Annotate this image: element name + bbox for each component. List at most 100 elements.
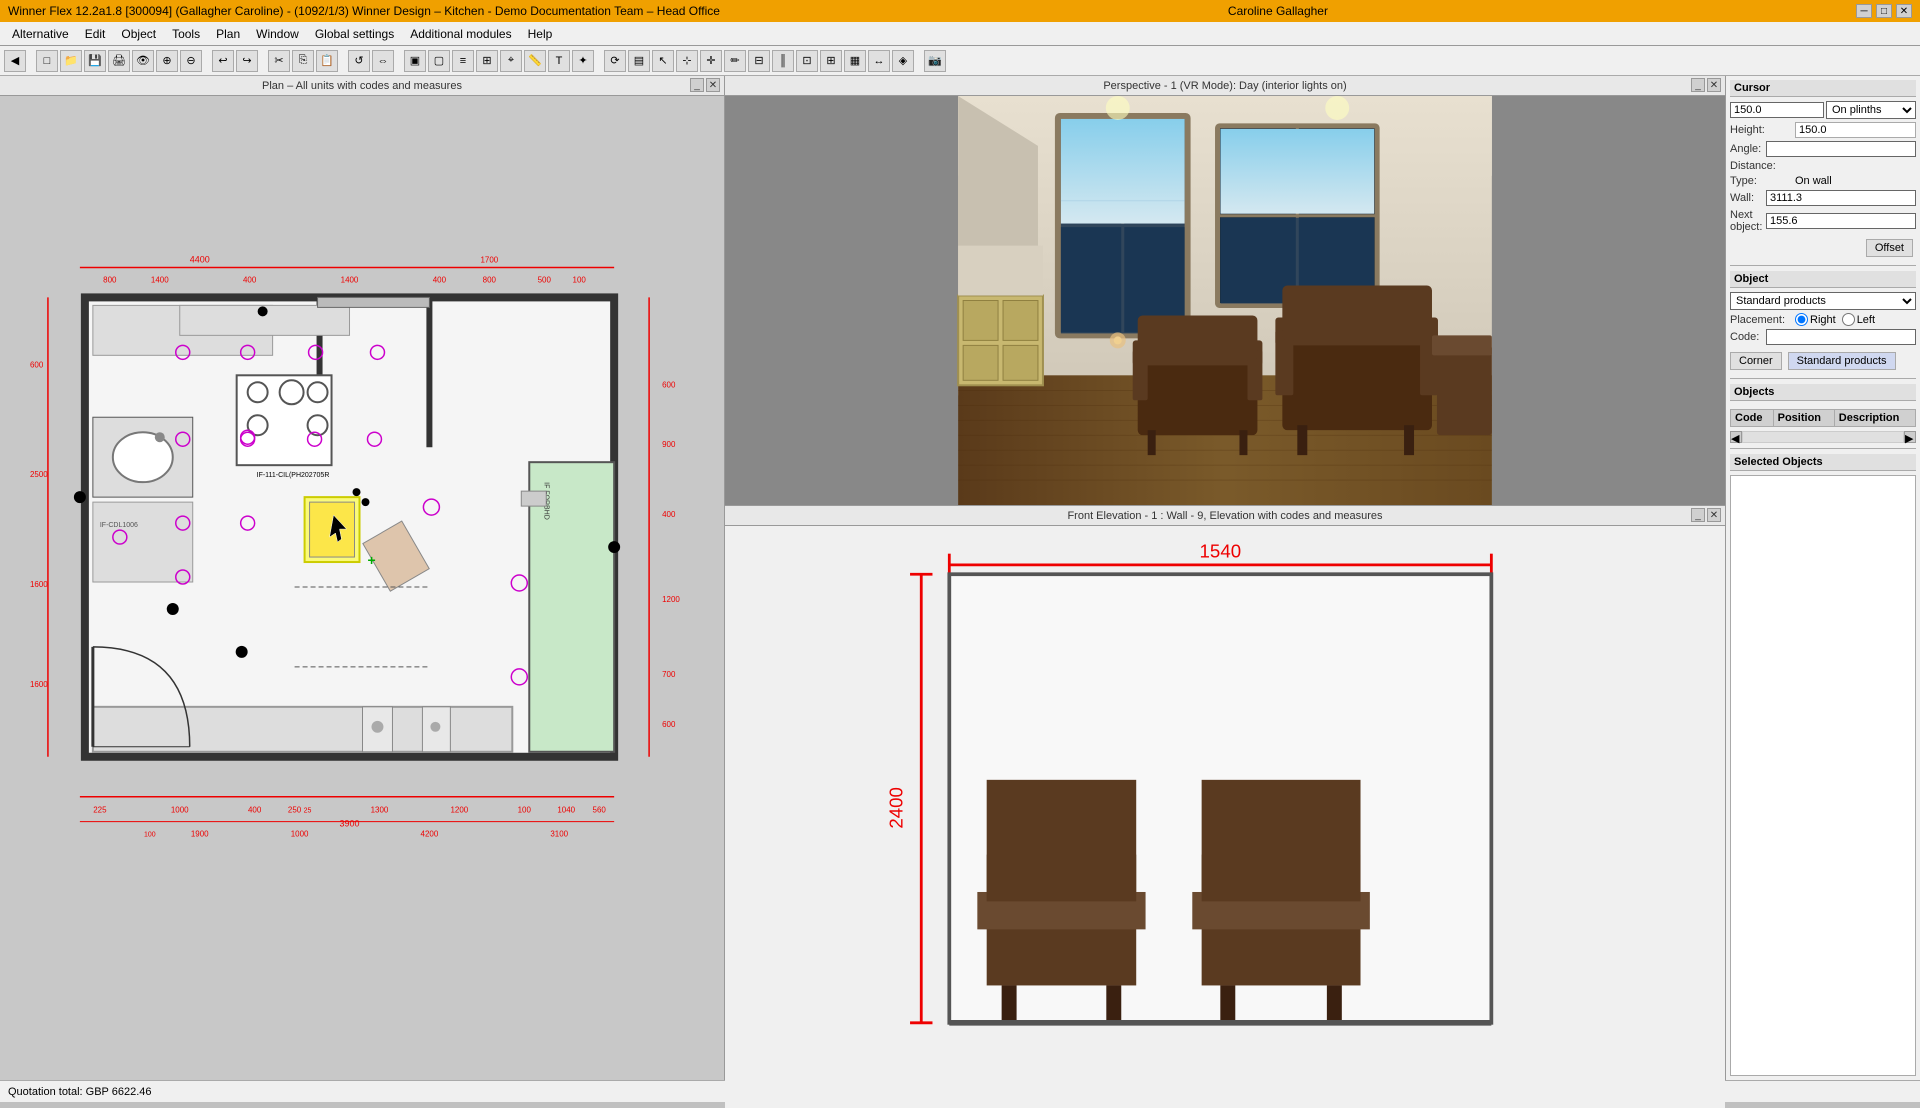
menu-additional-modules[interactable]: Additional modules <box>402 25 519 43</box>
floor-plan-canvas[interactable]: 4400 800 1400 400 1400 400 1700 800 500 … <box>0 96 724 1080</box>
std-products-btn[interactable]: Standard products <box>1788 352 1896 370</box>
door-btn[interactable]: ⊡ <box>796 50 818 72</box>
object-btn-row: Corner Standard products <box>1730 352 1916 370</box>
copy-btn[interactable]: ⎘ <box>292 50 314 72</box>
svg-text:560: 560 <box>593 806 607 815</box>
elevation-canvas[interactable]: 1540 2400 <box>725 526 1725 1108</box>
wall-btn[interactable]: ║ <box>772 50 794 72</box>
menu-object[interactable]: Object <box>113 25 164 43</box>
svg-text:1600: 1600 <box>30 580 48 589</box>
redo-btn[interactable]: ↪ <box>236 50 258 72</box>
menu-edit[interactable]: Edit <box>77 25 114 43</box>
stair-btn[interactable]: ▦ <box>844 50 866 72</box>
align-btn[interactable]: ≡ <box>452 50 474 72</box>
scroll-left-btn[interactable]: ◀ <box>1730 431 1742 443</box>
divider-3 <box>1730 448 1916 449</box>
measure-btn[interactable]: 📏 <box>524 50 546 72</box>
title-bar: Winner Flex 12.2a1.8 [300094] (Gallagher… <box>0 0 1920 22</box>
symbol-btn[interactable]: ✦ <box>572 50 594 72</box>
cursor-btn[interactable]: ↖ <box>652 50 674 72</box>
object-dropdown-row: Standard products <box>1730 292 1916 310</box>
code-input[interactable] <box>1766 329 1916 345</box>
cursor-height-input[interactable] <box>1730 102 1824 118</box>
menu-alternative[interactable]: Alternative <box>4 25 77 43</box>
svg-text:+: + <box>367 552 375 568</box>
maximize-btn[interactable]: □ <box>1876 4 1892 18</box>
refresh-btn[interactable]: ⟳ <box>604 50 626 72</box>
offset-btn[interactable]: Offset <box>1866 239 1913 257</box>
3d-minimize-btn[interactable]: _ <box>1691 78 1705 92</box>
close-btn[interactable]: ✕ <box>1896 4 1912 18</box>
floor-plan-close[interactable]: ✕ <box>706 78 720 92</box>
elevation-panel: Front Elevation - 1 : Wall - 9, Elevatio… <box>725 506 1725 1108</box>
objects-table: Code Position Description <box>1730 409 1916 427</box>
object-type-dropdown[interactable]: Standard products <box>1730 292 1916 310</box>
extra-btn[interactable]: ◈ <box>892 50 914 72</box>
window-item-btn[interactable]: ⊞ <box>820 50 842 72</box>
table-btn[interactable]: ⊟ <box>748 50 770 72</box>
ungroup-btn[interactable]: ▢ <box>428 50 450 72</box>
text-btn[interactable]: T <box>548 50 570 72</box>
3d-close-btn[interactable]: ✕ <box>1707 78 1721 92</box>
dim-btn[interactable]: ↔ <box>868 50 890 72</box>
edit2-btn[interactable]: ✏ <box>724 50 746 72</box>
placement-radio-group: Right Left <box>1795 313 1875 326</box>
svg-text:400: 400 <box>662 510 676 519</box>
cursor-nextobj-row: Next object: <box>1730 209 1916 233</box>
open-btn[interactable]: 📁 <box>60 50 82 72</box>
menu-help[interactable]: Help <box>520 25 561 43</box>
undo-btn[interactable]: ↩ <box>212 50 234 72</box>
elev-close-btn[interactable]: ✕ <box>1707 508 1721 522</box>
svg-text:900: 900 <box>662 440 676 449</box>
scroll-track[interactable] <box>1742 431 1904 443</box>
quotation-total: Quotation total: GBP 6622.46 <box>8 1086 152 1098</box>
elev-minimize-btn[interactable]: _ <box>1691 508 1705 522</box>
print-btn[interactable]: 🖨 <box>108 50 130 72</box>
new-btn[interactable]: □ <box>36 50 58 72</box>
save-btn[interactable]: 💾 <box>84 50 106 72</box>
svg-text:600: 600 <box>662 720 676 729</box>
placement-left-radio[interactable] <box>1842 313 1855 326</box>
camera-btn[interactable]: 📷 <box>924 50 946 72</box>
select-btn[interactable]: ⊹ <box>676 50 698 72</box>
group-btn[interactable]: ▣ <box>404 50 426 72</box>
user-name: Caroline Gallagher <box>1228 4 1328 18</box>
cursor-wall-row: Wall: <box>1730 190 1916 206</box>
cursor-height-row: On plinths <box>1730 101 1916 119</box>
menu-tools[interactable]: Tools <box>164 25 208 43</box>
cursor-angle-input[interactable] <box>1766 141 1916 157</box>
paste-btn[interactable]: 📋 <box>316 50 338 72</box>
grid-btn[interactable]: ⊞ <box>476 50 498 72</box>
snap-btn[interactable]: ⌖ <box>500 50 522 72</box>
svg-text:250: 250 <box>288 806 302 815</box>
cursor-nextobj-input[interactable] <box>1766 213 1916 229</box>
floor-plan-minimize[interactable]: _ <box>690 78 704 92</box>
3d-canvas[interactable] <box>725 96 1725 505</box>
code-row: Code: <box>1730 329 1916 345</box>
rotate-btn[interactable]: ↺ <box>348 50 370 72</box>
3d-view-header: Perspective - 1 (VR Mode): Day (interior… <box>725 76 1725 96</box>
back-btn[interactable]: ◀ <box>4 50 26 72</box>
placement-right-radio[interactable] <box>1795 313 1808 326</box>
cursor-placement-dropdown[interactable]: On plinths <box>1826 101 1916 119</box>
view-btn[interactable]: ▤ <box>628 50 650 72</box>
placement-right-label[interactable]: Right <box>1795 313 1836 326</box>
menu-window[interactable]: Window <box>248 25 307 43</box>
svg-text:600: 600 <box>30 360 44 369</box>
cut-btn[interactable]: ✂ <box>268 50 290 72</box>
cursor-wall-input[interactable] <box>1766 190 1916 206</box>
flip-btn[interactable]: ⇔ <box>372 50 394 72</box>
placement-left-label[interactable]: Left <box>1842 313 1875 326</box>
zoom-in-btn[interactable]: ⊕ <box>156 50 178 72</box>
corner-btn[interactable]: Corner <box>1730 352 1782 370</box>
svg-text:700: 700 <box>662 670 676 679</box>
preview-btn[interactable]: 👁 <box>132 50 154 72</box>
minimize-btn[interactable]: ─ <box>1856 4 1872 18</box>
zoom-out-btn[interactable]: ⊖ <box>180 50 202 72</box>
move-btn[interactable]: ✛ <box>700 50 722 72</box>
svg-text:800: 800 <box>483 275 497 284</box>
svg-text:500: 500 <box>538 275 552 284</box>
scroll-right-btn[interactable]: ▶ <box>1904 431 1916 443</box>
menu-plan[interactable]: Plan <box>208 25 248 43</box>
menu-global-settings[interactable]: Global settings <box>307 25 402 43</box>
